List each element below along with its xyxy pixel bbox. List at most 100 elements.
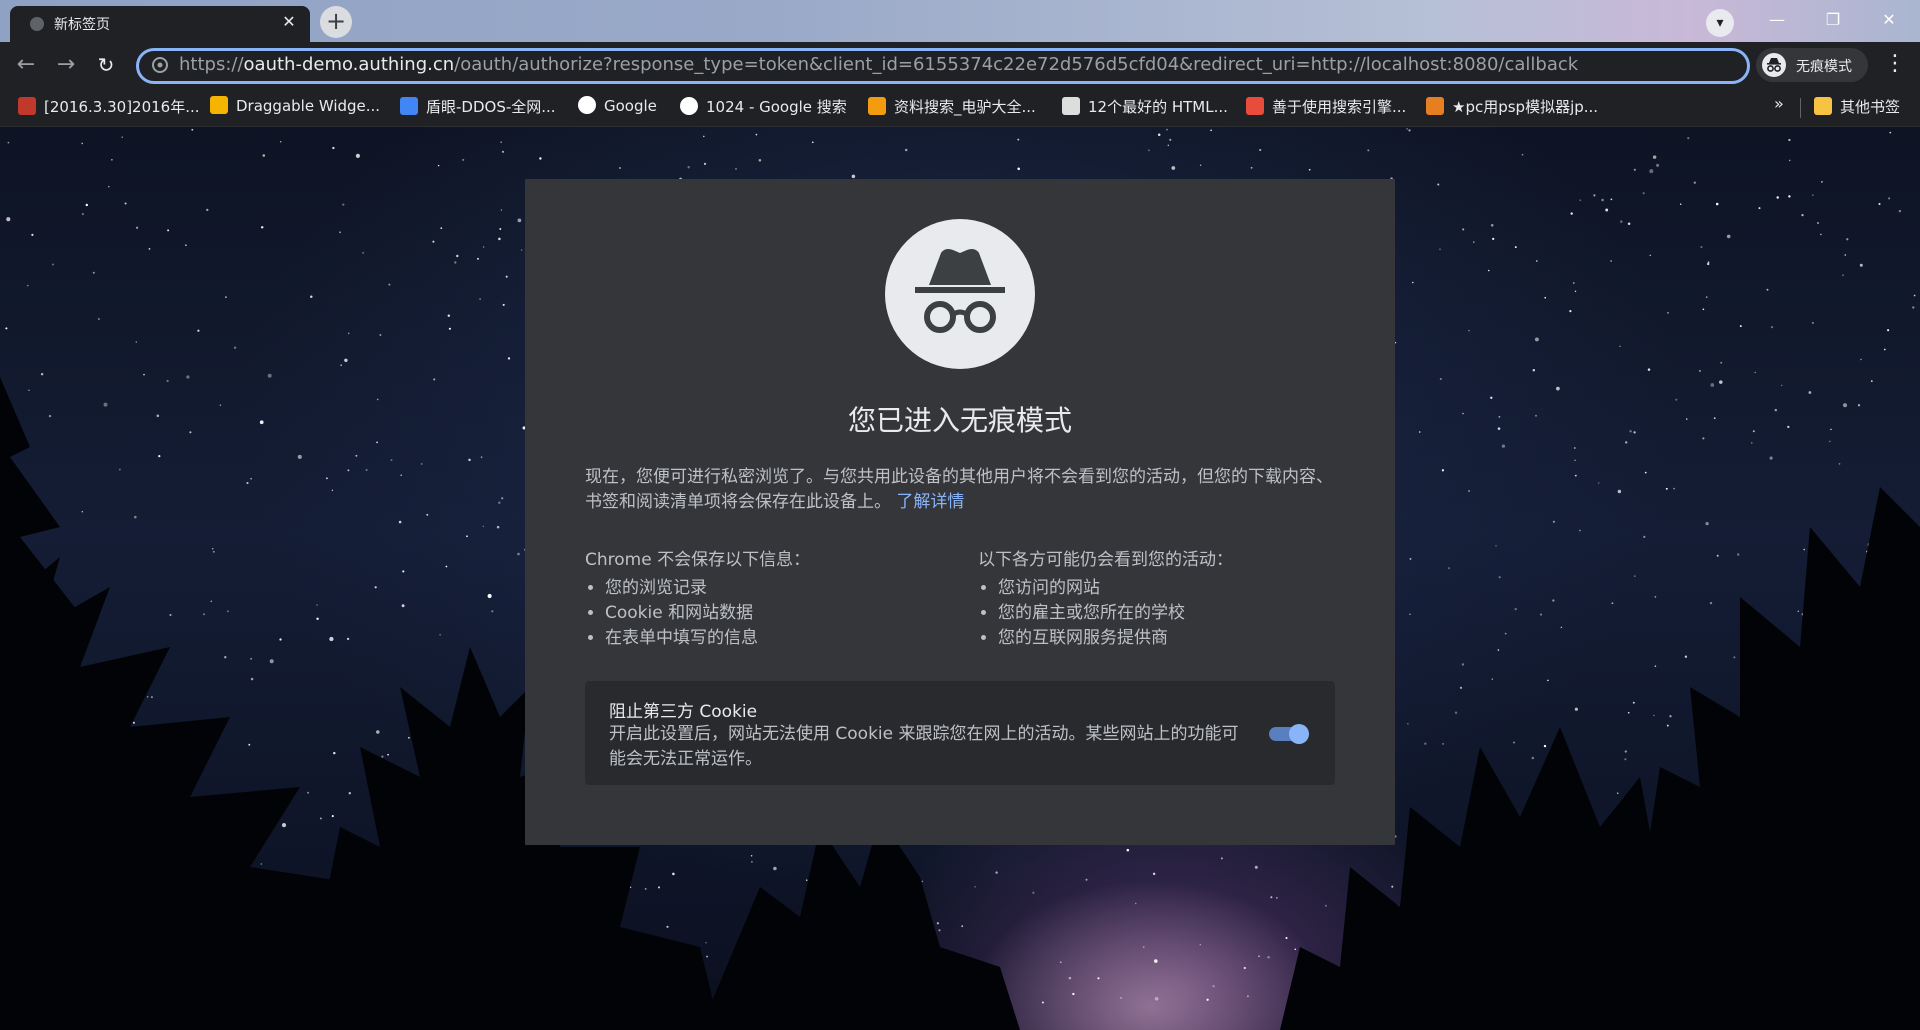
star [1673,487,1675,490]
star [454,261,457,264]
intro-text: 现在，您便可进行私密浏览了。与您共用此设备的其他用户将不会看到您的活动，但您的下… [585,467,1333,512]
tab-close-icon[interactable]: ✕ [278,11,300,33]
minimize-button[interactable]: — [1754,6,1800,34]
star [1097,977,1100,980]
star [1059,961,1062,964]
star [520,249,523,251]
star [426,513,429,516]
star [1556,386,1560,391]
star [219,404,222,406]
star [433,378,436,381]
bookmark-item[interactable]: [2016.3.30]2016年... [18,96,200,118]
other-bookmarks-folder[interactable]: 其他书签 [1814,96,1900,118]
star [1754,371,1756,374]
star [974,886,976,888]
bookmark-item[interactable]: 1024 - Google 搜索 [680,96,847,118]
bookmark-favicon-icon [18,97,36,115]
bookmarks-overflow-button[interactable]: » [1774,94,1784,113]
star [499,228,502,230]
star [500,209,503,211]
bookmark-item[interactable]: 资料搜索_电驴大全... [868,96,1036,118]
star [1120,996,1122,999]
star [97,317,100,321]
star [1719,380,1723,384]
star [40,372,44,376]
star [1532,368,1536,372]
star [1597,482,1600,484]
star [169,613,172,617]
toggle-knob [1289,724,1309,744]
star [307,791,310,794]
incognito-profile-chip[interactable]: 无痕模式 [1756,48,1868,82]
star [1468,329,1470,332]
star [502,303,505,306]
site-info-icon[interactable] [151,56,169,74]
star [1210,129,1212,132]
back-button[interactable]: ← [12,51,40,79]
star [365,468,368,472]
star [468,458,471,462]
star [1032,891,1035,894]
forward-button[interactable]: → [52,51,80,79]
star [1642,192,1645,195]
star [1750,442,1753,444]
star [1212,985,1215,988]
star [1497,649,1500,651]
star [81,510,84,513]
star [1406,128,1408,130]
star [402,570,405,573]
star [1285,936,1288,940]
star [1686,418,1688,420]
star [1501,444,1506,448]
more-menu-icon[interactable]: ⋮ [1884,52,1906,80]
star [1367,149,1370,152]
star [1473,241,1475,243]
bookmark-item[interactable]: 12个最好的 HTML... [1062,96,1228,118]
bookmark-item[interactable]: Draggable Widge... [210,96,380,118]
star [111,159,113,161]
url-text[interactable]: https://oauth-demo.authing.cn/oauth/auth… [179,54,1578,75]
star [333,751,336,755]
star [400,474,403,477]
star [135,341,138,343]
bookmark-item[interactable]: 善于使用搜索引擎... [1246,96,1406,118]
bookmarks-bar: [2016.3.30]2016年... Draggable Widge... 盾… [0,88,1920,127]
star [480,456,483,459]
star [1736,553,1740,556]
tab-search-icon[interactable]: ▾ [1706,9,1734,37]
reload-button[interactable]: ↻ [92,51,120,79]
star [1199,943,1202,946]
star [1166,128,1168,131]
new-tab-button[interactable]: + [320,6,352,38]
bookmark-item[interactable]: 盾眼-DDOS-全网... [400,96,556,118]
star [143,373,145,376]
star [250,658,252,660]
star [1491,678,1494,680]
star [1199,164,1202,166]
star [498,501,501,504]
bookmark-item[interactable]: Google [578,96,657,118]
star [1154,959,1158,963]
star [1552,599,1555,602]
close-window-button[interactable]: ✕ [1866,6,1912,34]
star [197,329,200,332]
star [347,469,350,472]
bookmark-item[interactable]: ★pc用psp模拟器jp... [1426,96,1598,118]
star [1068,976,1072,980]
address-bar[interactable]: https://oauth-demo.authing.cn/oauth/auth… [136,48,1750,84]
star [1574,474,1577,477]
star [1665,487,1668,490]
star [1644,471,1647,474]
incognito-tab-icon [30,17,44,31]
star [505,275,508,278]
star [1801,214,1804,217]
learn-more-link[interactable]: 了解详情 [896,492,964,512]
star [755,133,758,136]
tab-new-tab[interactable]: 新标签页 ✕ [10,6,310,42]
star [1610,260,1612,262]
star [1817,222,1819,224]
star [445,565,448,568]
block-cookies-toggle[interactable] [1269,724,1309,744]
star [420,462,423,465]
maximize-button[interactable]: ❐ [1810,6,1856,34]
